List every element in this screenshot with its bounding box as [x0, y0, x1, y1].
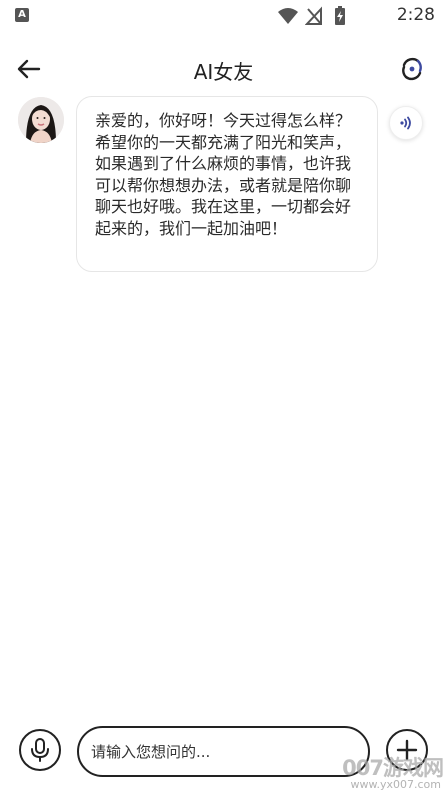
status-icons	[277, 6, 357, 26]
signal-icon	[305, 6, 322, 25]
header: AI女友	[0, 40, 447, 98]
message-input[interactable]	[77, 726, 370, 777]
notification-app-icon: A	[15, 8, 29, 22]
ai-message-text: 亲爱的，你好呀！今天过得怎么样？希望你的一天都充满了阳光和笑声，如果遇到了什么麻…	[95, 111, 352, 238]
voice-play-button[interactable]	[389, 106, 423, 140]
status-bar: A 2:28	[0, 0, 447, 32]
refresh-icon	[402, 57, 422, 81]
status-time: 2:28	[396, 5, 435, 25]
refresh-button[interactable]	[397, 54, 427, 84]
avatar[interactable]	[18, 97, 64, 143]
microphone-icon	[31, 738, 49, 762]
page-title: AI女友	[193, 60, 254, 84]
wifi-icon	[278, 8, 298, 24]
avatar-portrait-icon	[18, 97, 64, 143]
watermark-url: www.yx007.com	[350, 778, 441, 791]
speaker-icon	[400, 116, 411, 130]
ai-message-bubble: 亲爱的，你好呀！今天过得怎么样？希望你的一天都充满了阳光和笑声，如果遇到了什么麻…	[76, 96, 378, 272]
battery-charging-icon	[335, 6, 345, 25]
voice-input-button[interactable]	[19, 729, 61, 771]
